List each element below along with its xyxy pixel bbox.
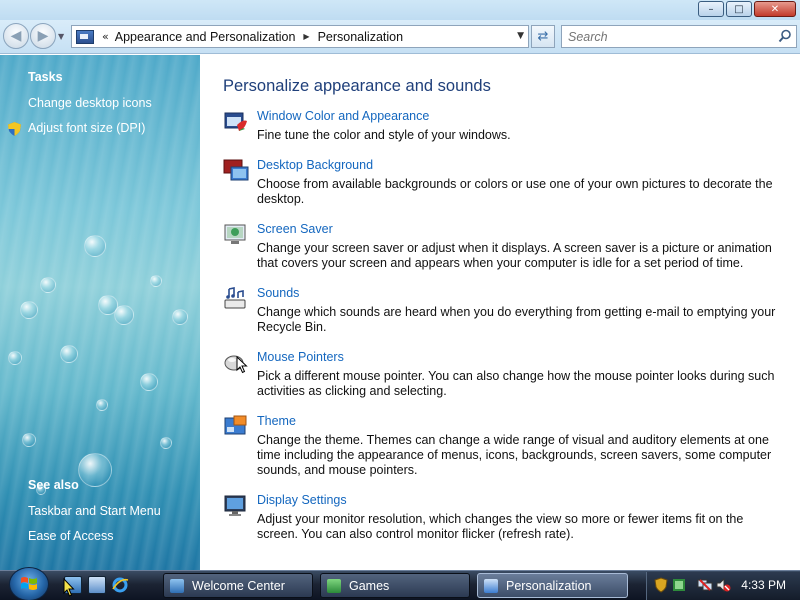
search-box[interactable] <box>561 25 797 48</box>
chevron-right-icon[interactable]: ▶ <box>303 32 309 41</box>
games-icon <box>327 578 341 593</box>
bubble-decoration <box>172 309 188 325</box>
system-clock[interactable]: 4:33 PM <box>741 578 786 592</box>
window-color-desc: Fine tune the color and style of your wi… <box>257 128 511 142</box>
bubble-decoration <box>114 305 134 325</box>
bubble-decoration <box>150 275 162 287</box>
window-color-link[interactable]: Window Color and Appearance <box>257 109 429 123</box>
tasks-heading: Tasks <box>28 70 63 84</box>
main-content: Personalize appearance and sounds Window… <box>200 55 800 570</box>
title-bar: – □ ✕ <box>0 0 800 20</box>
tasks-section: Tasks Change desktop icons Adjust font s… <box>28 70 152 146</box>
forward-arrow-icon: ▶ <box>37 28 49 44</box>
change-desktop-icons-link[interactable]: Change desktop icons <box>28 96 152 110</box>
taskbar-personalization[interactable]: Personalization <box>477 573 628 598</box>
chevron-down-icon[interactable]: ▼ <box>517 31 524 41</box>
address-bar[interactable]: « Appearance and Personalization ▶ Perso… <box>71 25 529 48</box>
bubble-decoration <box>60 345 78 363</box>
address-prefix[interactable]: « <box>102 30 109 43</box>
taskbar-welcome-center[interactable]: Welcome Center <box>163 573 313 598</box>
uac-shield-icon <box>8 122 21 136</box>
desktop-background-icon <box>223 159 249 181</box>
screen-saver-desc: Change your screen saver or adjust when … <box>257 241 772 270</box>
back-arrow-icon: ◀ <box>10 28 22 44</box>
theme-icon <box>224 415 247 435</box>
bubble-decoration <box>160 437 172 449</box>
bubble-decoration <box>8 351 22 365</box>
bubble-decoration <box>40 277 56 293</box>
windows-update-icon[interactable] <box>671 577 687 593</box>
window-controls: – □ ✕ <box>698 1 796 17</box>
bubble-decoration <box>20 301 38 319</box>
forward-button[interactable]: ▶ <box>30 23 56 49</box>
taskbar-button-label: Personalization <box>506 578 592 593</box>
personalization-icon <box>484 578 498 593</box>
sounds-desc: Change which sounds are heard when you d… <box>257 305 776 334</box>
breadcrumb-appearance[interactable]: Appearance and Personalization <box>115 30 296 44</box>
back-button[interactable]: ◀ <box>3 23 29 49</box>
taskbar-start-menu-link[interactable]: Taskbar and Start Menu <box>28 504 161 518</box>
desktop-background-link[interactable]: Desktop Background <box>257 158 373 172</box>
quick-launch-cursor-icon <box>63 578 75 597</box>
adjust-font-size-link[interactable]: Adjust font size (DPI) <box>28 121 152 135</box>
sounds-icon <box>224 287 246 309</box>
breadcrumb-personalization[interactable]: Personalization <box>318 30 403 44</box>
page-title: Personalize appearance and sounds <box>223 77 491 95</box>
window-color-icon <box>224 112 247 131</box>
internet-explorer-icon[interactable] <box>111 576 129 594</box>
control-panel-icon <box>76 29 94 44</box>
see-also-heading: See also <box>28 478 79 492</box>
mouse-pointers-link[interactable]: Mouse Pointers <box>257 350 344 364</box>
taskbar-button-label: Games <box>349 578 390 593</box>
recent-pages-dropdown[interactable]: ▼ <box>58 32 64 41</box>
sounds-link[interactable]: Sounds <box>257 286 299 300</box>
display-settings-desc: Adjust your monitor resolution, which ch… <box>257 512 744 541</box>
sidebar: Tasks Change desktop icons Adjust font s… <box>0 55 200 570</box>
mouse-pointers-desc: Pick a different mouse pointer. You can … <box>257 369 775 398</box>
see-also-section: See also Taskbar and Start Menu Ease of … <box>28 478 161 554</box>
display-settings-link[interactable]: Display Settings <box>257 493 347 507</box>
maximize-button[interactable]: □ <box>726 1 752 17</box>
ease-of-access-link[interactable]: Ease of Access <box>28 529 161 543</box>
mouse-cursor-icon <box>236 356 248 374</box>
search-icon[interactable] <box>778 29 792 43</box>
refresh-button[interactable]: ⇄ <box>531 25 555 48</box>
display-settings-icon <box>224 495 246 516</box>
bubble-decoration <box>84 235 106 257</box>
system-tray: 4:33 PM <box>646 572 800 600</box>
theme-desc: Change the theme. Themes can change a wi… <box>257 433 772 477</box>
taskbar-button-label: Welcome Center <box>192 578 285 593</box>
start-button[interactable] <box>9 567 49 600</box>
network-icon[interactable] <box>697 577 713 593</box>
minimize-button[interactable]: – <box>698 1 724 17</box>
search-input[interactable] <box>562 26 762 47</box>
security-shield-icon[interactable] <box>653 577 669 593</box>
welcome-center-icon <box>170 578 184 593</box>
volume-muted-icon[interactable] <box>715 577 731 593</box>
bubble-decoration <box>96 399 108 411</box>
switch-windows-icon[interactable] <box>88 576 106 594</box>
bubble-decoration <box>22 433 36 447</box>
refresh-icon: ⇄ <box>537 29 549 44</box>
theme-link[interactable]: Theme <box>257 414 296 428</box>
screen-saver-icon <box>224 224 246 244</box>
close-button[interactable]: ✕ <box>754 1 796 17</box>
bubble-decoration <box>140 373 158 391</box>
taskbar-games[interactable]: Games <box>320 573 470 598</box>
navigation-bar: ◀ ▶ ▼ « Appearance and Personalization ▶… <box>0 20 800 54</box>
windows-logo-icon <box>21 577 37 590</box>
desktop-background-desc: Choose from available backgrounds or col… <box>257 177 773 206</box>
screen-saver-link[interactable]: Screen Saver <box>257 222 333 236</box>
